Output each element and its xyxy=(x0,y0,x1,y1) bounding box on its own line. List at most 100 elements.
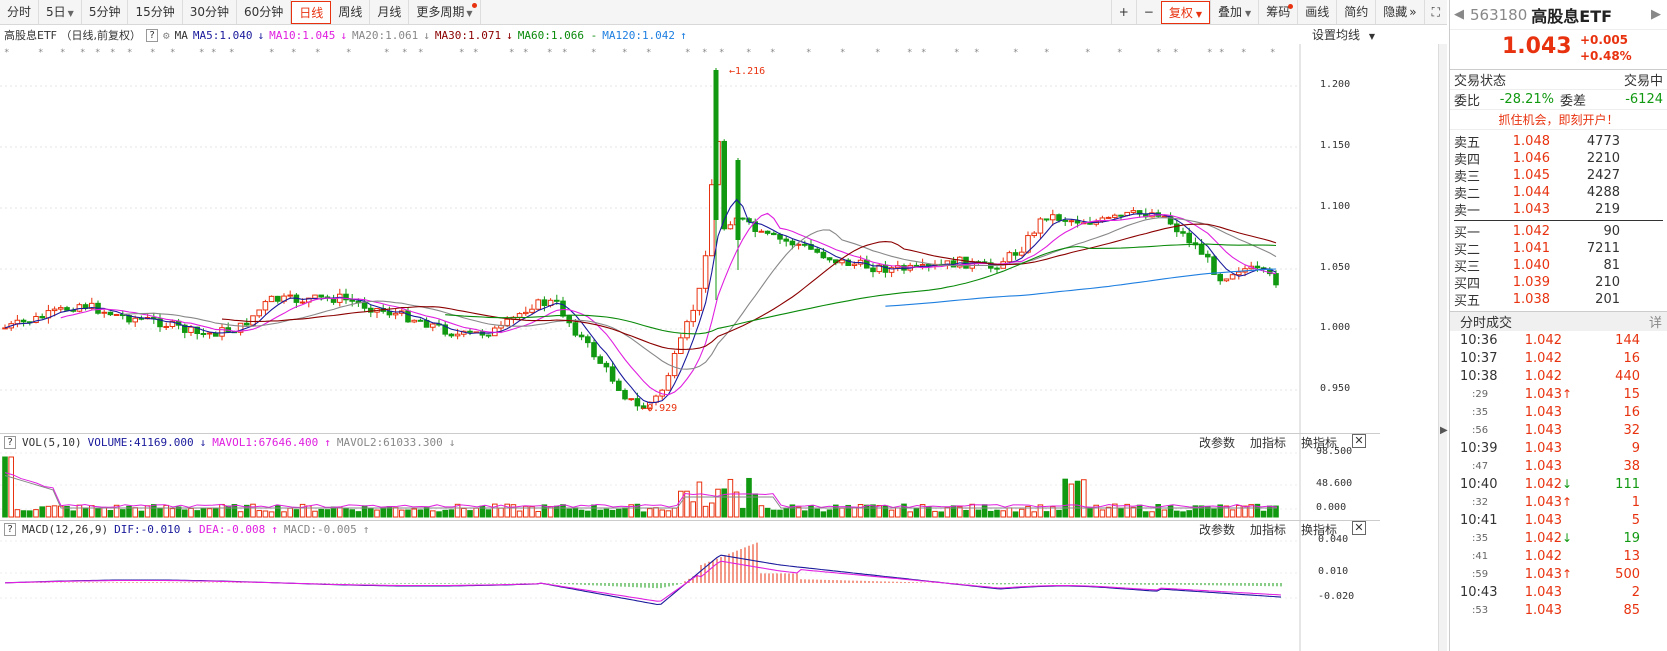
event-marker: * xyxy=(1270,48,1275,58)
arrow-down-icon: ↓ xyxy=(506,28,513,42)
next-stock-icon[interactable]: ▶ xyxy=(1651,7,1661,22)
add-indicator-button[interactable]: 加指标 xyxy=(1250,434,1286,451)
ticks-list[interactable]: 10:36 1.042 144 10:37 1.042 16 10:38 1.042 440:2… xyxy=(1450,331,1667,619)
weibi-row: 委比 -28.21% 委差 -6124 xyxy=(1450,90,1667,110)
set-ma-button[interactable]: 设置均线 ▼ xyxy=(1312,26,1380,43)
chart-tools: + − 复权 ▼ 叠加 ▼ 筹码 画线 简约 隐藏» ⛶ xyxy=(1110,0,1447,24)
candle-body xyxy=(405,310,411,323)
candle-body xyxy=(1254,265,1261,269)
promo-row[interactable]: 抓住机会，即刻开户！ xyxy=(1450,110,1667,130)
tab-label: 周线 xyxy=(338,5,363,19)
price-tick-label: 1.150 xyxy=(1320,140,1351,151)
tab-monthly[interactable]: 月线 xyxy=(370,0,410,24)
tab-60min[interactable]: 60分钟 xyxy=(237,0,292,24)
level-price: 1.042 xyxy=(1512,224,1550,239)
tab-label: 60分钟 xyxy=(244,5,284,19)
ma10-line xyxy=(60,212,1277,396)
help-icon[interactable]: ? xyxy=(4,436,17,449)
tick-row: :59 1.043 ↑ 500 xyxy=(1450,565,1667,583)
volume-bar xyxy=(318,508,324,518)
volume-bar xyxy=(1062,478,1069,518)
tick-price: 1.042 xyxy=(1524,530,1562,546)
arrow-down-icon: ↓ xyxy=(199,436,207,449)
tick-time: 10:41 xyxy=(1460,512,1498,528)
event-marker: * xyxy=(562,48,567,58)
notification-dot xyxy=(471,3,477,8)
ma30-line xyxy=(221,223,1277,350)
volume-bar xyxy=(907,511,914,518)
zoom-in-button[interactable]: + xyxy=(1110,0,1136,24)
price-change: +0.005 xyxy=(1580,33,1629,47)
fullscreen-button[interactable]: ⛶ xyxy=(1423,0,1447,24)
candle-body xyxy=(529,308,535,313)
tab-5day[interactable]: 5日 ▼ xyxy=(39,0,82,24)
volume-bar xyxy=(95,508,101,518)
event-marker: * xyxy=(1117,48,1122,58)
candle-body xyxy=(554,299,560,302)
volume-bar xyxy=(1136,504,1143,518)
volume-bar xyxy=(1260,510,1267,518)
fuquan-button[interactable]: 复权 ▼ xyxy=(1160,1,1211,24)
tab-30min[interactable]: 30分钟 xyxy=(183,0,238,24)
event-marker: * xyxy=(875,48,880,58)
close-icon[interactable]: ✕ xyxy=(1352,434,1366,448)
zoom-out-button[interactable]: − xyxy=(1135,0,1161,24)
tab-more-periods[interactable]: 更多周期 ▼ xyxy=(409,0,481,24)
kline-chart[interactable]: * * * * * * * * * * * * * * * * * * * * * * * * * * * * * * * * * * * * * * * *… xyxy=(0,44,1380,651)
volume-bar xyxy=(777,509,783,518)
swap-indicator-button[interactable]: 换指标 xyxy=(1301,434,1337,451)
volume-bar xyxy=(448,509,455,518)
tick-time: 10:38 xyxy=(1460,368,1498,384)
close-icon[interactable]: ✕ xyxy=(1352,521,1366,535)
collapse-arrow-icon[interactable]: ▶ xyxy=(1440,425,1448,436)
volume-bar xyxy=(8,456,14,518)
buy-row: 买一 1.042 90 xyxy=(1454,223,1663,241)
volume-bar xyxy=(1186,510,1193,518)
candle-body xyxy=(392,312,399,316)
volume-bar xyxy=(182,509,188,518)
tick-price: 1.043 xyxy=(1524,458,1562,474)
tick-price: 1.043 xyxy=(1524,566,1562,582)
overlay-button[interactable]: 叠加 ▼ xyxy=(1210,0,1258,24)
volume-bar xyxy=(740,507,746,518)
tick-time: 10:39 xyxy=(1460,440,1498,456)
candle-body xyxy=(690,309,697,323)
arrow-down-icon: ↓ xyxy=(257,28,265,42)
candle-body xyxy=(287,294,293,297)
candle-body xyxy=(1211,256,1217,275)
add-indicator-button[interactable]: 加指标 xyxy=(1250,521,1286,538)
change-params-button[interactable]: 改参数 xyxy=(1199,521,1235,538)
promo-link[interactable]: 抓住机会，即刻开户！ xyxy=(1498,111,1618,128)
chart-title: 高股息ETF （日线,前复权） xyxy=(4,29,141,42)
panel-splitter[interactable] xyxy=(1438,44,1447,651)
chips-button[interactable]: 筹码 xyxy=(1258,0,1297,24)
sell-row: 卖二 1.044 4288 xyxy=(1454,184,1663,202)
change-params-button[interactable]: 改参数 xyxy=(1199,434,1235,451)
gear-icon[interactable]: ⚙ xyxy=(163,29,170,42)
hide-button[interactable]: 隐藏» xyxy=(1375,0,1423,24)
tab-15min[interactable]: 15分钟 xyxy=(128,0,183,24)
tick-time: :32 xyxy=(1472,496,1489,508)
help-icon[interactable]: ? xyxy=(4,523,17,536)
help-icon[interactable]: ? xyxy=(146,28,159,42)
volume-bar xyxy=(175,506,182,518)
candle-body xyxy=(684,321,690,339)
mavol1-value: MAVOL1:67646.400 xyxy=(212,436,319,449)
simple-button[interactable]: 简约 xyxy=(1336,0,1375,24)
swap-indicator-button[interactable]: 换指标 xyxy=(1301,521,1337,538)
tab-daily[interactable]: 日线 xyxy=(291,1,332,24)
draw-line-button[interactable]: 画线 xyxy=(1297,0,1336,24)
volume-bar xyxy=(1180,511,1186,518)
caret-down-icon: ▼ xyxy=(1245,9,1252,18)
tab-5min[interactable]: 5分钟 xyxy=(82,0,129,24)
price-box: 1.043 +0.005 +0.48% xyxy=(1450,30,1667,70)
tab-weekly[interactable]: 周线 xyxy=(331,0,371,24)
prev-stock-icon[interactable]: ◀ xyxy=(1454,7,1464,22)
volume-bar xyxy=(516,510,523,518)
event-marker: * xyxy=(170,48,175,58)
status-row: 交易状态 交易中 xyxy=(1450,70,1667,90)
tab-fenshi[interactable]: 分时 xyxy=(0,0,40,24)
volume-bar xyxy=(1087,507,1093,518)
buy-row: 买二 1.041 7211 xyxy=(1454,240,1663,258)
ticks-detail-button[interactable]: 详 xyxy=(1649,312,1662,331)
